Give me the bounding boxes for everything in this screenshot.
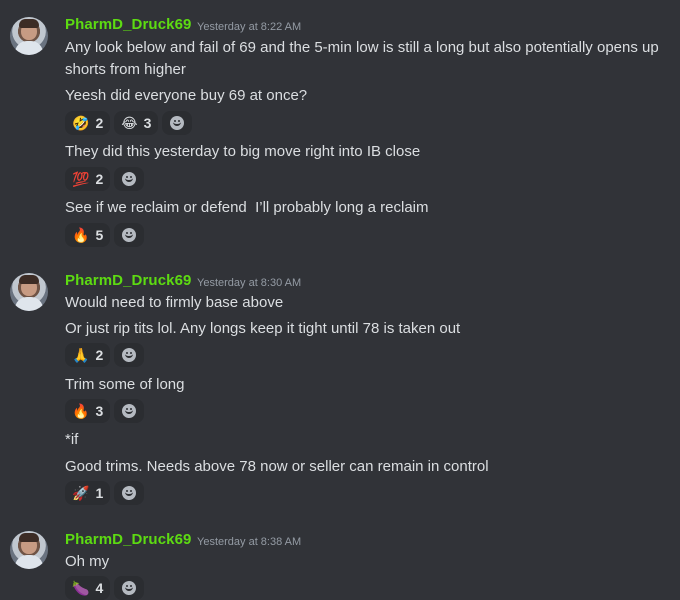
message-timestamp: Yesterday at 8:22 AM: [197, 21, 302, 33]
reaction-button[interactable]: 😂 3: [114, 111, 159, 135]
rocket-emoji: 🚀: [72, 485, 90, 501]
reaction-count: 1: [95, 485, 104, 501]
reaction-button[interactable]: 🍆 4: [65, 576, 111, 600]
message-text: *if: [65, 431, 79, 448]
reaction-bar: 🍆 4: [65, 576, 145, 600]
reaction-count: 3: [95, 403, 104, 419]
message-timestamp: Yesterday at 8:30 AM: [197, 277, 302, 289]
reaction-bar: 🚀 1: [65, 481, 145, 505]
avatar[interactable]: [10, 17, 48, 55]
message-text: Or just rip tits lol. Any longs keep it …: [65, 320, 461, 337]
eggplant-emoji: 🍆: [72, 580, 90, 596]
reaction-count: 4: [95, 580, 104, 596]
add-reaction-button[interactable]: [114, 576, 145, 600]
add-reaction-icon: [122, 486, 137, 500]
reaction-bar: 🔥 5: [65, 223, 145, 247]
chat-view: { "groups": [ { "author": "PharmD_Druck6…: [0, 0, 680, 600]
add-reaction-icon: [122, 404, 137, 418]
message-text: Oh my: [65, 553, 110, 570]
reaction-count: 5: [95, 227, 104, 243]
rofl-emoji: 🤣: [72, 115, 90, 131]
add-reaction-button[interactable]: [114, 481, 145, 505]
reaction-button[interactable]: 🔥 5: [65, 223, 111, 247]
author-name[interactable]: PharmD_Druck69: [65, 272, 191, 289]
reaction-button[interactable]: 💯 2: [65, 167, 111, 191]
add-reaction-icon: [122, 172, 137, 186]
message-text: Trim some of long: [65, 376, 185, 393]
add-reaction-icon: [122, 581, 137, 595]
reaction-bar: 🔥 3: [65, 399, 145, 423]
add-reaction-button[interactable]: [114, 343, 145, 367]
reaction-count: 2: [95, 171, 104, 187]
message-text: Yeesh did everyone buy 69 at once?: [65, 87, 308, 104]
pray-emoji: 🙏: [72, 347, 90, 363]
add-reaction-icon: [122, 228, 137, 242]
message-text: Good trims. Needs above 78 now or seller…: [65, 458, 489, 475]
hundred-emoji: 💯: [72, 171, 90, 187]
reaction-count: 3: [143, 115, 152, 131]
add-reaction-button[interactable]: [114, 167, 145, 191]
reaction-button[interactable]: 🙏 2: [65, 343, 111, 367]
add-reaction-button[interactable]: [114, 223, 145, 247]
add-reaction-icon: [122, 348, 137, 362]
reaction-button[interactable]: 🔥 3: [65, 399, 111, 423]
fire-emoji: 🔥: [72, 403, 90, 419]
message-timestamp: Yesterday at 8:38 AM: [197, 536, 302, 548]
reaction-count: 2: [95, 347, 104, 363]
message-text: They did this yesterday to big move righ…: [65, 143, 421, 160]
avatar[interactable]: [10, 531, 48, 569]
avatar[interactable]: [10, 273, 48, 311]
reaction-bar: 💯 2: [65, 167, 145, 191]
reaction-button[interactable]: 🤣 2: [65, 111, 111, 135]
add-reaction-button[interactable]: [114, 399, 145, 423]
reaction-bar: 🙏 2: [65, 343, 145, 367]
fire-emoji: 🔥: [72, 227, 90, 243]
message-text: See if we reclaim or defend I’ll probabl…: [65, 199, 429, 216]
author-name[interactable]: PharmD_Druck69: [65, 16, 191, 33]
add-reaction-icon: [170, 116, 185, 130]
reaction-bar: 🤣 2 😂 3: [65, 111, 193, 135]
joy-emoji: 😂: [121, 115, 138, 131]
author-name[interactable]: PharmD_Druck69: [65, 531, 191, 548]
reaction-button[interactable]: 🚀 1: [65, 481, 111, 505]
add-reaction-button[interactable]: [162, 111, 193, 135]
reaction-count: 2: [95, 115, 104, 131]
message-text: Would need to firmly base above: [65, 294, 284, 311]
message-text: Any look below and fail of 69 and the 5-…: [65, 39, 659, 78]
